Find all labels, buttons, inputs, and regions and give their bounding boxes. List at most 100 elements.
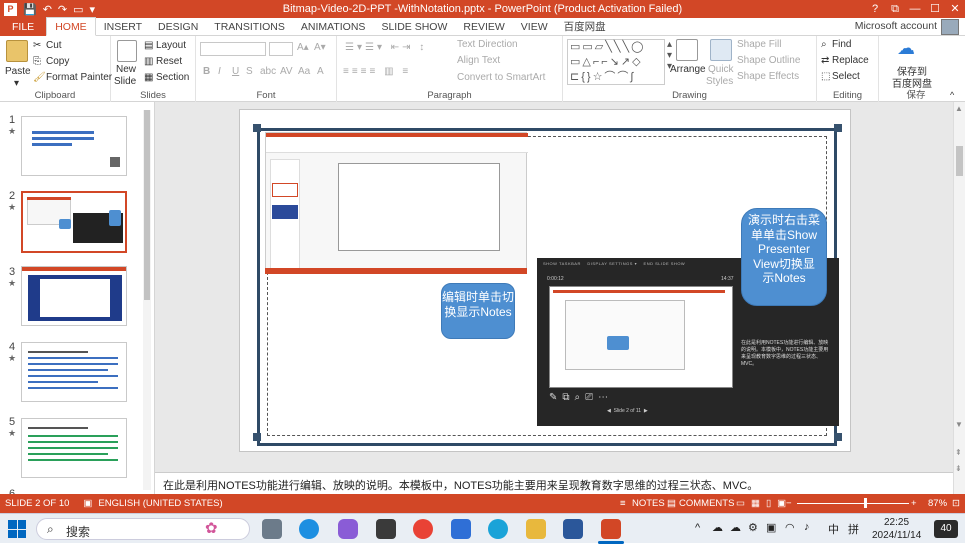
resize-handle[interactable] — [253, 124, 261, 132]
chrome-icon[interactable] — [413, 519, 433, 539]
find-icon[interactable]: ⌕ — [821, 39, 827, 50]
notification-badge[interactable]: 40 — [934, 520, 958, 538]
new-slide-icon[interactable] — [117, 40, 137, 62]
tab-review[interactable]: REVIEW — [455, 18, 512, 36]
avatar[interactable] — [941, 19, 959, 35]
word-icon[interactable] — [563, 519, 583, 539]
reset-icon[interactable]: ▥ — [144, 56, 153, 67]
replace-icon[interactable]: ⇄ — [821, 55, 829, 66]
format-painter-icon[interactable]: 🖌 — [33, 72, 46, 83]
tab-baidu[interactable]: 百度网盘 — [556, 18, 614, 36]
next-slide-icon[interactable]: ⇟ — [955, 464, 962, 473]
tab-insert[interactable]: INSERT — [96, 18, 150, 36]
clock-date[interactable]: 2024/11/14 — [872, 530, 921, 541]
shape-fill-button[interactable]: Shape Fill — [737, 39, 781, 50]
resize-handle[interactable] — [253, 433, 261, 441]
scroll-thumb[interactable] — [956, 146, 963, 176]
select-icon[interactable]: ⬚ — [821, 71, 830, 82]
close-button[interactable]: ✕ — [945, 0, 965, 18]
slide-canvas[interactable]: SHOW TASKBAR DISPLAY SETTINGS ▾ END SLID… — [239, 109, 851, 452]
notes-icon[interactable]: ≡ — [620, 498, 626, 509]
convert-smartart-button[interactable]: Convert to SmartArt — [457, 72, 545, 83]
view-buttons[interactable]: ▭▦▯▣ — [736, 498, 792, 509]
shapes-gallery[interactable]: ▭▭▱╲╲╲◯ ▭△⌐⌐↘↗◇ ⊏{}☆⌒⌒∫ — [567, 39, 665, 85]
arrange-icon[interactable] — [676, 39, 698, 61]
replace-button[interactable]: Replace — [832, 55, 869, 66]
change-case-icon[interactable]: Aa — [298, 66, 310, 77]
bullets-icon[interactable]: ☰▾☰▾ ⇤⇥ ↕ — [345, 42, 427, 53]
slide-thumbnail-5[interactable] — [21, 418, 127, 478]
paste-dropdown-icon[interactable]: ▾ — [14, 78, 19, 89]
font-name-box[interactable] — [200, 42, 266, 56]
customize-qat-icon[interactable]: ▾ — [90, 3, 96, 16]
char-spacing-icon[interactable]: AV — [280, 66, 293, 77]
editor-scrollbar[interactable]: ▲ ▼ ⇞ ⇟ — [953, 102, 965, 494]
maximize-button[interactable]: ☐ — [925, 0, 945, 18]
app-icon[interactable] — [488, 519, 508, 539]
scroll-up-icon[interactable]: ▲ — [955, 104, 963, 113]
comments-icon[interactable]: ▤ — [667, 498, 676, 509]
layout-button[interactable]: Layout — [156, 40, 186, 51]
onedrive-icon[interactable]: ☁ — [712, 521, 723, 534]
shape-effects-button[interactable]: Shape Effects — [737, 71, 799, 82]
slide-thumbnail-2[interactable] — [21, 191, 127, 253]
zoom-slider[interactable] — [797, 503, 909, 504]
zoom-out-icon[interactable]: − — [786, 498, 792, 509]
format-painter-button[interactable]: Format Painter — [46, 72, 112, 83]
underline-button[interactable]: U — [232, 66, 239, 77]
copy-icon[interactable]: ⎘ — [33, 56, 41, 67]
zoom-slider-thumb[interactable] — [864, 498, 867, 508]
font-size-box[interactable] — [269, 42, 293, 56]
new-slide-button-line2[interactable]: Slide — [114, 76, 136, 87]
undo-icon[interactable]: ↶ — [43, 3, 52, 16]
redo-icon[interactable]: ↷ — [58, 3, 67, 16]
resize-handle[interactable] — [834, 124, 842, 132]
cut-button[interactable]: Cut — [46, 40, 62, 51]
copy-button[interactable]: Copy — [46, 56, 69, 67]
task-view-icon[interactable] — [262, 519, 282, 539]
bold-button[interactable]: B — [203, 66, 210, 77]
tray-icon[interactable]: ⚙ — [748, 521, 758, 534]
comments-button[interactable]: COMMENTS — [679, 498, 734, 509]
spellcheck-icon[interactable]: ▣ — [83, 498, 92, 509]
baidu-cloud-icon[interactable]: ☁ — [897, 38, 915, 59]
scroll-down-icon[interactable]: ▼ — [955, 420, 963, 429]
zoom-in-icon[interactable]: + — [911, 498, 917, 509]
slide-thumbnail-3[interactable] — [21, 266, 127, 326]
tray-icon[interactable]: ▣ — [766, 521, 776, 534]
tray-chevron-icon[interactable]: ^ — [695, 522, 700, 534]
edge-icon[interactable] — [299, 519, 319, 539]
quick-styles-button[interactable]: Quick — [708, 64, 734, 75]
wifi-icon[interactable]: ◠ — [785, 521, 795, 534]
font-color-icon[interactable]: A — [317, 66, 324, 77]
tab-slideshow[interactable]: SLIDE SHOW — [373, 18, 455, 36]
section-button[interactable]: Section — [156, 72, 189, 83]
paste-icon[interactable] — [6, 40, 28, 62]
ime-mode-indicator[interactable]: 拼 — [848, 521, 859, 537]
notes-button[interactable]: NOTES — [632, 498, 665, 509]
notes-pane[interactable]: 在此是利用NOTES功能进行编辑、放映的说明。本模板中，NOTES功能主要用来呈… — [155, 472, 953, 494]
windows-start-icon[interactable] — [8, 520, 26, 538]
shape-outline-button[interactable]: Shape Outline — [737, 55, 800, 66]
slides-pane-scrollbar[interactable] — [143, 110, 151, 490]
volume-icon[interactable]: ♪ — [804, 521, 810, 533]
strikethrough-icon[interactable]: abc — [260, 66, 276, 77]
ime-language-indicator[interactable]: 中 — [828, 521, 839, 537]
grow-font-icon[interactable]: A▴ — [297, 42, 309, 53]
reset-button[interactable]: Reset — [156, 56, 182, 67]
align-text-button[interactable]: Align Text — [457, 55, 500, 66]
save-icon[interactable]: 💾 — [23, 3, 37, 16]
align-icons[interactable]: ≡≡≡≡ ▥ ≡ — [343, 66, 411, 77]
file-explorer-icon[interactable] — [526, 519, 546, 539]
fit-slide-icon[interactable]: ⊡ — [952, 498, 960, 509]
paste-button[interactable]: Paste — [5, 66, 31, 77]
account-name[interactable]: Microsoft account — [855, 20, 937, 32]
minimize-button[interactable]: — — [905, 0, 925, 18]
cut-icon[interactable]: ✂ — [33, 40, 41, 51]
taskbar-search-box[interactable]: ⌕ 搜索 ✿ — [36, 518, 250, 540]
shrink-font-icon[interactable]: A▾ — [314, 42, 326, 53]
language-status[interactable]: ENGLISH (UNITED STATES) — [98, 498, 222, 509]
new-slide-button[interactable]: New — [116, 64, 136, 75]
tab-transitions[interactable]: TRANSITIONS — [206, 18, 293, 36]
find-button[interactable]: Find — [832, 39, 851, 50]
